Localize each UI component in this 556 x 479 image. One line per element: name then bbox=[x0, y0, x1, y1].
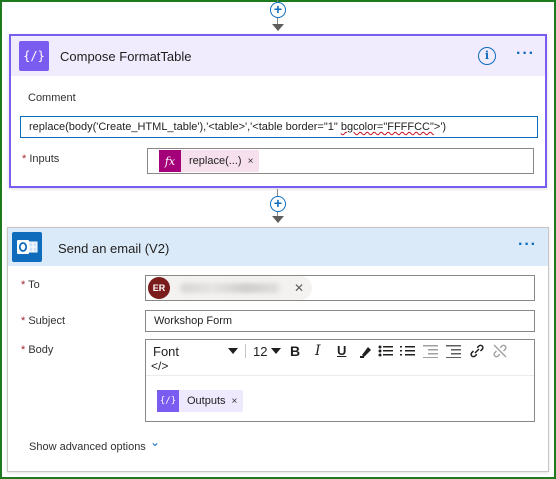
comment-input[interactable]: replace(body('Create_HTML_table'),'<tabl… bbox=[20, 116, 538, 138]
required-mark: * bbox=[21, 315, 26, 327]
outlook-icon bbox=[12, 232, 42, 262]
numbered-list-icon[interactable] bbox=[400, 344, 416, 358]
remove-recipient-icon[interactable]: ✕ bbox=[294, 281, 304, 295]
show-advanced-options-link[interactable]: Show advanced options bbox=[29, 441, 146, 453]
subject-label: * Subject bbox=[21, 315, 65, 327]
required-mark: * bbox=[22, 153, 27, 165]
compose-icon: {/} bbox=[19, 41, 49, 71]
decrease-indent-icon[interactable] bbox=[423, 344, 439, 358]
body-label: * Body bbox=[21, 344, 53, 356]
code-view-button[interactable]: </> bbox=[151, 359, 168, 373]
subject-input[interactable]: Workshop Form bbox=[145, 310, 535, 332]
add-step-top-button[interactable]: + bbox=[270, 2, 286, 18]
required-mark: * bbox=[21, 344, 26, 356]
inputs-token[interactable]: fx replace(...) × bbox=[159, 150, 260, 172]
subject-label-text: Subject bbox=[28, 315, 66, 327]
remove-token-icon[interactable]: × bbox=[248, 156, 260, 167]
toolbar-divider bbox=[245, 344, 246, 358]
remove-token-icon[interactable]: × bbox=[232, 396, 244, 407]
avatar: ER bbox=[148, 277, 170, 299]
comment-text-prefix: replace(body('Create_HTML_table'),'<tabl… bbox=[29, 121, 341, 133]
compose-card-header[interactable]: {/} Compose FormatTable i ··· bbox=[11, 36, 545, 76]
bulleted-list-icon[interactable] bbox=[378, 344, 394, 358]
comment-text-misspelled: bgcolor="FFFFCC" bbox=[340, 121, 434, 133]
font-dropdown-icon[interactable] bbox=[228, 348, 238, 354]
info-icon[interactable]: i bbox=[478, 47, 496, 65]
arrow-down-icon bbox=[272, 216, 284, 223]
size-dropdown-icon[interactable] bbox=[271, 348, 281, 354]
inputs-token-label: replace(...) bbox=[189, 155, 242, 167]
to-label: * To bbox=[21, 279, 40, 291]
comment-text-suffix: >') bbox=[433, 121, 447, 133]
link-icon[interactable] bbox=[469, 343, 485, 359]
add-step-mid-button[interactable]: + bbox=[270, 196, 286, 212]
font-family-select[interactable]: Font bbox=[153, 344, 179, 359]
font-size-select[interactable]: 12 bbox=[253, 344, 267, 359]
editor-toolbar: Font 12 B I U </> bbox=[146, 340, 534, 376]
compose-icon: {/} bbox=[157, 390, 179, 412]
comment-label: Comment bbox=[28, 92, 76, 104]
more-options-icon[interactable]: ··· bbox=[516, 45, 535, 63]
send-email-card-header[interactable]: Send an email (V2) ··· bbox=[8, 228, 548, 266]
chevron-down-icon[interactable]: ⌄ bbox=[150, 435, 160, 449]
compose-card: {/} Compose FormatTable i ··· Comment re… bbox=[9, 34, 547, 188]
to-label-text: To bbox=[28, 279, 40, 291]
unlink-icon[interactable] bbox=[492, 343, 508, 359]
inputs-label-text: Inputs bbox=[29, 153, 60, 165]
fx-icon: fx bbox=[159, 150, 181, 172]
to-field[interactable]: ER ✕ bbox=[145, 275, 535, 301]
increase-indent-icon[interactable] bbox=[446, 344, 462, 358]
recipient-chip[interactable]: ER ✕ bbox=[148, 276, 313, 300]
send-email-title: Send an email (V2) bbox=[58, 241, 170, 256]
body-editor[interactable]: Font 12 B I U </> {/} Outputs × bbox=[145, 339, 535, 422]
more-options-icon[interactable]: ··· bbox=[518, 236, 537, 254]
italic-button[interactable]: I bbox=[315, 343, 321, 359]
inputs-label: * Inputs bbox=[22, 153, 59, 165]
inputs-field[interactable]: fx replace(...) × bbox=[147, 148, 534, 174]
body-label-text: Body bbox=[28, 344, 54, 356]
required-mark: * bbox=[21, 279, 26, 291]
highlight-icon[interactable] bbox=[359, 344, 373, 358]
arrow-down-icon bbox=[272, 24, 284, 31]
compose-title: Compose FormatTable bbox=[60, 49, 192, 64]
send-email-card: Send an email (V2) ··· * To ER ✕ * Subje… bbox=[7, 227, 549, 472]
underline-button[interactable]: U bbox=[337, 343, 346, 358]
subject-value: Workshop Form bbox=[154, 315, 233, 327]
bold-button[interactable]: B bbox=[290, 343, 300, 359]
recipient-name-redacted bbox=[180, 283, 280, 293]
outputs-token-label: Outputs bbox=[187, 395, 226, 407]
outputs-token[interactable]: {/} Outputs × bbox=[157, 390, 244, 412]
